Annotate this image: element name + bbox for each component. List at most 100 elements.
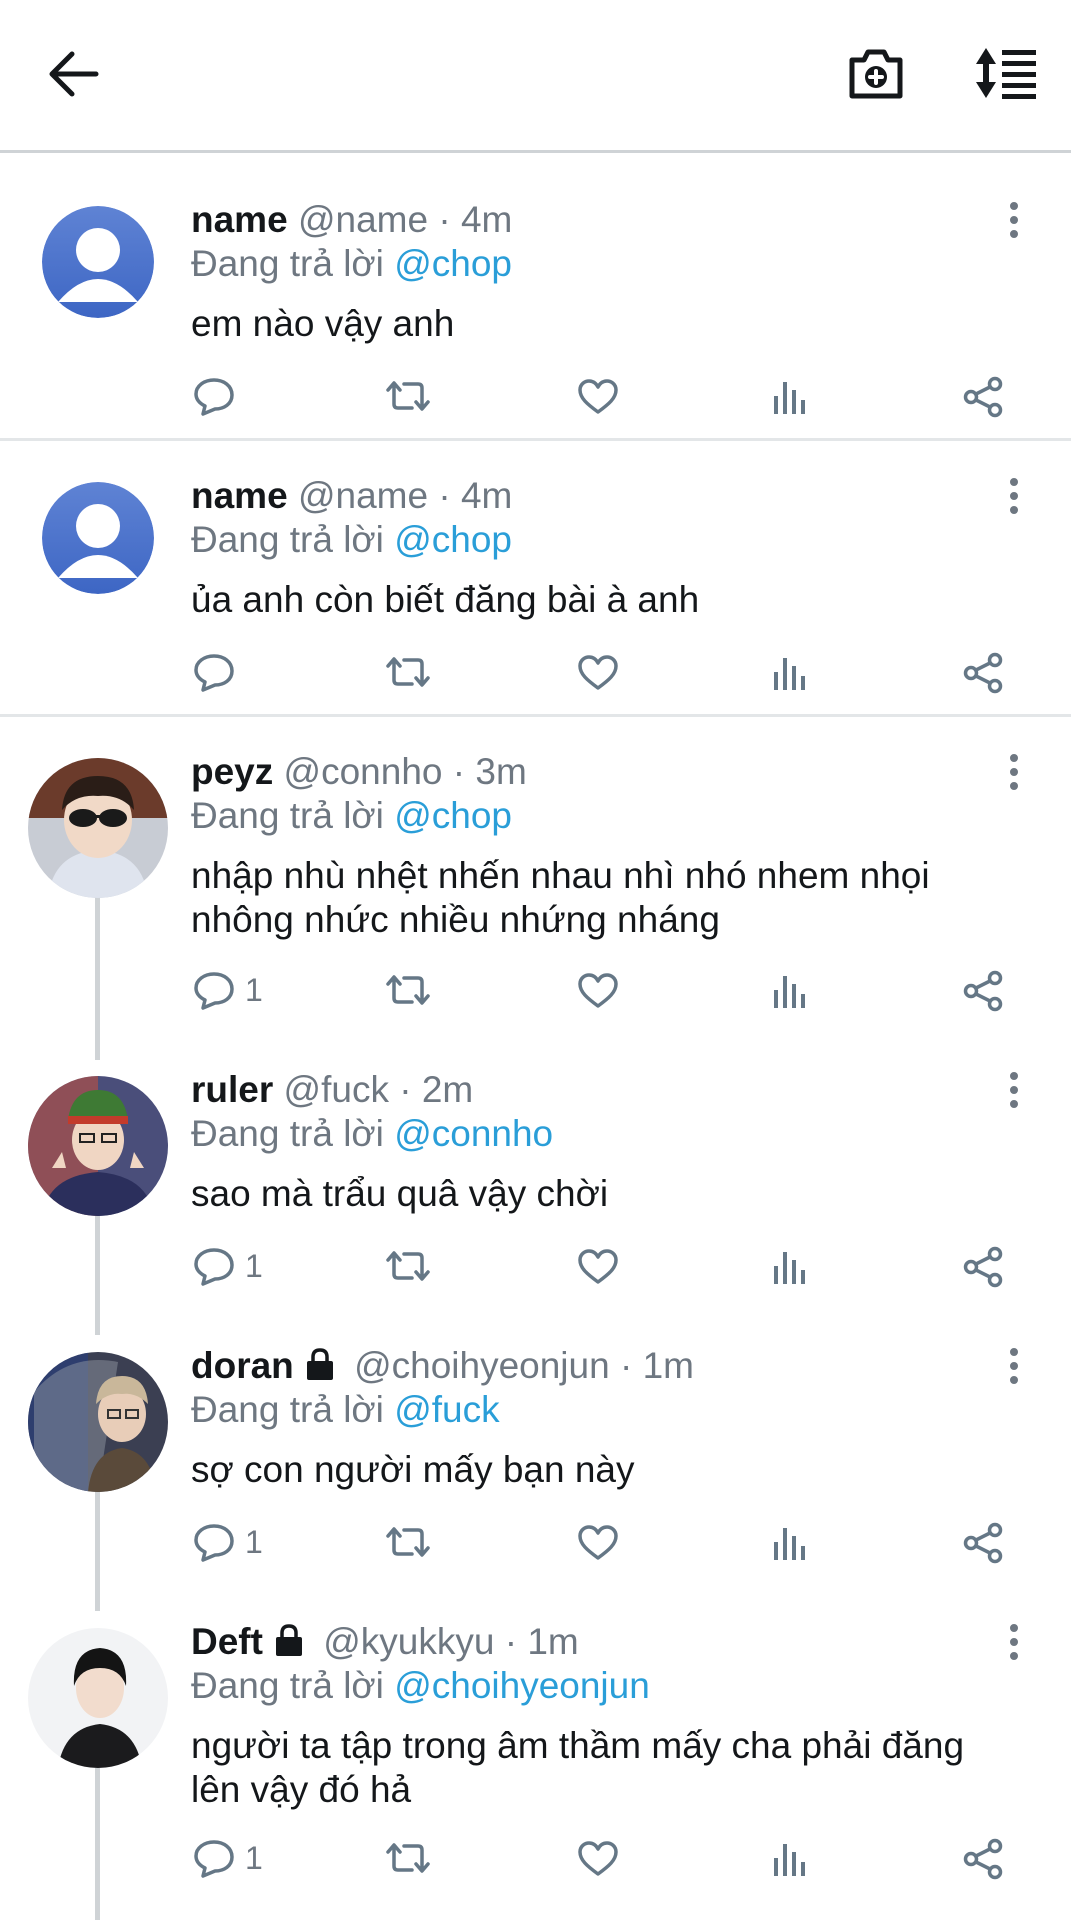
display-name[interactable]: name	[191, 475, 288, 516]
like-button[interactable]	[577, 654, 619, 692]
reply-tweet[interactable]: Deft @kyukkyu · 1m Đang trả lời @choihye…	[0, 1621, 1071, 1920]
retweet-button[interactable]	[384, 654, 432, 690]
analytics-button[interactable]	[772, 1840, 808, 1878]
display-name[interactable]: Deft	[191, 1621, 263, 1662]
reply-count: 1	[245, 1247, 263, 1284]
analytics-button[interactable]	[772, 654, 808, 692]
share-button[interactable]	[962, 1838, 1004, 1880]
replying-to-label: Đang trả lời	[191, 519, 384, 560]
more-vertical-icon	[1010, 478, 1018, 514]
avatar[interactable]	[42, 482, 154, 594]
like-icon	[578, 1525, 618, 1560]
sort-button[interactable]	[972, 44, 1040, 102]
tweet-text: em nào vậy anh	[191, 303, 455, 344]
reply-icon	[194, 1840, 234, 1878]
display-name[interactable]: doran	[191, 1345, 294, 1386]
analytics-icon	[774, 1528, 805, 1560]
replying-to-label: Đang trả lời	[191, 795, 384, 836]
avatar[interactable]	[28, 1628, 168, 1768]
retweet-button[interactable]	[384, 1524, 432, 1560]
reply-tweet[interactable]: name @name · 4m Đang trả lời @chop em nà…	[0, 199, 1071, 436]
analytics-button[interactable]	[772, 1524, 808, 1562]
more-vertical-icon	[1010, 202, 1018, 238]
handle[interactable]: @kyukkyu	[323, 1621, 494, 1662]
reply-button[interactable]: 1	[193, 1246, 263, 1286]
handle[interactable]: @fuck	[284, 1069, 389, 1110]
like-button[interactable]	[577, 1524, 619, 1562]
reply-icon	[194, 1248, 234, 1286]
like-icon	[578, 379, 618, 414]
analytics-button[interactable]	[772, 378, 808, 416]
more-options-button[interactable]	[1000, 752, 1028, 792]
handle[interactable]: @name	[298, 199, 428, 240]
replying-to: Đang trả lời @chop	[191, 518, 981, 562]
replying-to-mention[interactable]: @chop	[394, 795, 512, 836]
share-button[interactable]	[962, 1246, 1004, 1288]
replying-to-mention[interactable]: @choihyeonjun	[394, 1665, 650, 1706]
display-name[interactable]: ruler	[191, 1069, 273, 1110]
reply-button[interactable]	[193, 376, 245, 416]
like-button[interactable]	[577, 972, 619, 1010]
camera-plus-icon	[849, 49, 903, 99]
replying-to-mention[interactable]: @chop	[394, 243, 512, 284]
sort-list-icon	[976, 48, 1036, 99]
handle[interactable]: @name	[298, 475, 428, 516]
retweet-icon	[386, 1843, 430, 1873]
reply-button[interactable]	[193, 652, 245, 692]
handle[interactable]: @choihyeonjun	[354, 1345, 610, 1386]
share-button[interactable]	[962, 970, 1004, 1012]
analytics-button[interactable]	[772, 1248, 808, 1286]
reply-tweet[interactable]: peyz @connho · 3m Đang trả lời @chop nhậ…	[0, 751, 1071, 1058]
tweet-text: nhập nhù nhệt nhến nhau nhì nhó nhem nhọ…	[191, 855, 930, 940]
reply-button[interactable]: 1	[193, 1522, 263, 1562]
reply-tweet[interactable]: name @name · 4m Đang trả lời @chop ủa an…	[0, 475, 1071, 712]
like-icon	[578, 1249, 618, 1284]
like-button[interactable]	[577, 1840, 619, 1878]
handle[interactable]: @connho	[284, 751, 443, 792]
more-options-button[interactable]	[1000, 476, 1028, 516]
analytics-icon	[774, 1844, 805, 1876]
display-name[interactable]: name	[191, 199, 288, 240]
more-vertical-icon	[1010, 1624, 1018, 1660]
avatar[interactable]	[28, 758, 168, 898]
retweet-button[interactable]	[384, 972, 432, 1008]
analytics-button[interactable]	[772, 972, 808, 1010]
reply-icon	[194, 1524, 234, 1562]
more-options-button[interactable]	[1000, 1346, 1028, 1386]
share-icon	[963, 970, 1003, 1012]
share-button[interactable]	[962, 652, 1004, 694]
retweet-button[interactable]	[384, 1840, 432, 1876]
analytics-icon	[774, 976, 805, 1008]
avatar[interactable]	[42, 206, 154, 318]
timestamp: · 4m	[438, 199, 513, 240]
replying-to-mention[interactable]: @fuck	[394, 1389, 499, 1430]
replying-to-label: Đang trả lời	[191, 1113, 384, 1154]
share-button[interactable]	[962, 376, 1004, 418]
retweet-button[interactable]	[384, 1248, 432, 1284]
tweet-divider	[0, 438, 1071, 441]
camera-button[interactable]	[846, 44, 906, 104]
like-button[interactable]	[577, 378, 619, 416]
avatar[interactable]	[28, 1076, 168, 1216]
reply-button[interactable]: 1	[193, 970, 263, 1010]
reply-button[interactable]: 1	[193, 1838, 263, 1878]
retweet-button[interactable]	[384, 378, 432, 414]
display-name[interactable]: peyz	[191, 751, 273, 792]
top-app-bar	[0, 0, 1071, 150]
replying-to-mention[interactable]: @chop	[394, 519, 512, 560]
more-options-button[interactable]	[1000, 1070, 1028, 1110]
more-options-button[interactable]	[1000, 200, 1028, 240]
retweet-icon	[386, 1251, 430, 1281]
like-button[interactable]	[577, 1248, 619, 1286]
share-button[interactable]	[962, 1522, 1004, 1564]
reply-tweet[interactable]: ruler @fuck · 2m Đang trả lời @connho sa…	[0, 1069, 1071, 1336]
like-icon	[578, 973, 618, 1008]
like-icon	[578, 1841, 618, 1876]
retweet-icon	[386, 381, 430, 411]
avatar[interactable]	[28, 1352, 168, 1492]
more-options-button[interactable]	[1000, 1622, 1028, 1662]
reply-tweet[interactable]: doran @choihyeonjun · 1m Đang trả lời @f…	[0, 1345, 1071, 1612]
top-bar-divider	[0, 150, 1071, 153]
replying-to-mention[interactable]: @connho	[394, 1113, 553, 1154]
back-button[interactable]	[44, 44, 104, 104]
